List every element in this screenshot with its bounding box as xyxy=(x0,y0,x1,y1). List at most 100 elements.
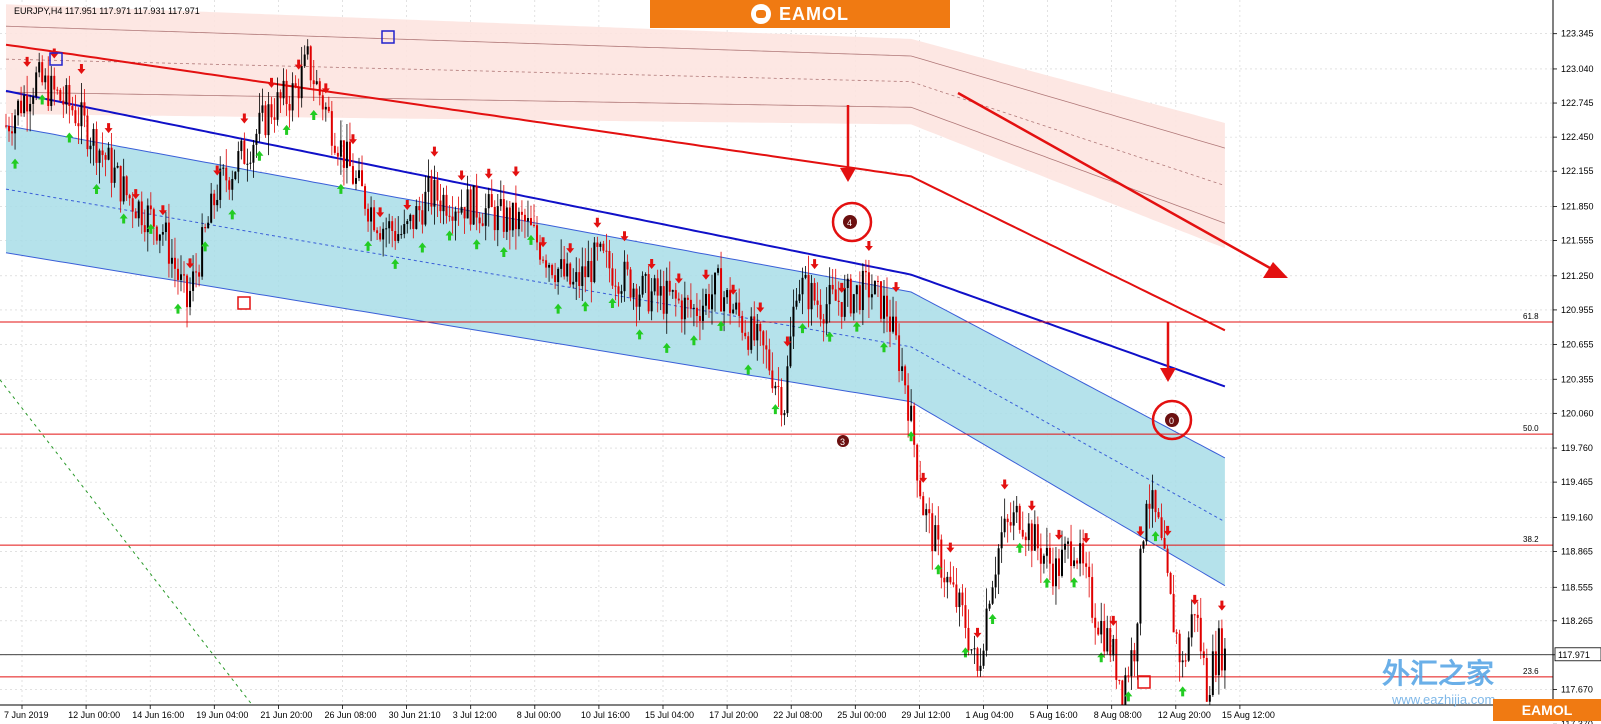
y-tick-label: 117.670 xyxy=(1561,685,1593,695)
candle-body xyxy=(291,83,294,111)
candle-body xyxy=(1033,524,1036,551)
candle-body xyxy=(246,163,249,165)
candle-body xyxy=(985,608,988,651)
candle-body xyxy=(1193,614,1196,616)
candle-body xyxy=(264,105,267,136)
candle-body xyxy=(1154,490,1157,513)
eamol-banner: EAMOL xyxy=(650,0,950,28)
candle-body xyxy=(29,103,32,112)
candle-body xyxy=(92,128,95,146)
candle-body xyxy=(80,102,83,127)
candle-body xyxy=(765,345,768,350)
candle-body xyxy=(282,80,285,99)
candle-body xyxy=(351,166,354,184)
price-chart[interactable]: 61.8 50.0 38.2 23.6 4 0 3 123.345 123.040 122.7… xyxy=(0,0,1601,724)
candle-body xyxy=(560,259,563,269)
candle-body xyxy=(529,218,532,225)
candle-body xyxy=(113,167,116,183)
candle-body xyxy=(674,290,677,299)
candle-body xyxy=(683,297,686,320)
candle-body xyxy=(354,178,357,184)
candle-body xyxy=(542,259,545,261)
candle-body xyxy=(813,282,816,301)
candle-body xyxy=(653,278,656,292)
candle-body xyxy=(789,336,792,367)
candle-body xyxy=(997,548,1000,575)
candle-body xyxy=(572,281,575,285)
candle-body xyxy=(1073,560,1076,567)
candle-body xyxy=(472,185,475,225)
candle-body xyxy=(1175,632,1178,634)
candle-body xyxy=(255,133,258,145)
candle-body xyxy=(342,140,345,168)
candle-body xyxy=(608,251,611,269)
candle-body xyxy=(599,243,602,247)
x-tick-label: 1 Aug 04:00 xyxy=(966,710,1014,720)
candle-body xyxy=(47,75,50,106)
candle-body xyxy=(1036,524,1039,549)
candle-body xyxy=(457,211,460,213)
candle-body xyxy=(1184,660,1187,662)
candle-body xyxy=(855,285,858,295)
candle-body xyxy=(418,206,421,211)
candle-body xyxy=(86,115,89,150)
candle-body xyxy=(958,592,961,608)
x-tick-label: 26 Jun 08:00 xyxy=(325,710,377,720)
candle-body xyxy=(617,286,620,294)
candle-body xyxy=(701,305,704,321)
candle-body xyxy=(557,268,560,283)
candle-body xyxy=(490,194,493,207)
annotation-label: 3 xyxy=(840,437,845,447)
candle-body xyxy=(768,349,771,371)
candle-body xyxy=(689,299,692,309)
candle-body xyxy=(376,230,379,234)
candle-body xyxy=(910,405,913,421)
candle-body xyxy=(409,214,412,222)
y-tick-label: 120.060 xyxy=(1561,408,1594,418)
candle-body xyxy=(1091,577,1094,618)
candle-body xyxy=(605,250,608,252)
candle-body xyxy=(1042,555,1045,564)
candle-body xyxy=(644,274,647,276)
candle-body xyxy=(1018,505,1021,530)
candle-body xyxy=(698,316,701,321)
candle-body xyxy=(840,302,843,317)
candle-body xyxy=(735,302,738,310)
candle-body xyxy=(810,282,813,310)
candle-body xyxy=(762,331,765,346)
candle-body xyxy=(261,105,264,113)
candle-body xyxy=(783,413,786,416)
candle-body xyxy=(955,584,958,608)
candle-body xyxy=(1169,572,1172,594)
banner-brand: EAMOL xyxy=(779,3,849,24)
candle-body xyxy=(831,284,834,290)
candle-body xyxy=(819,304,822,320)
candle-body xyxy=(74,110,77,124)
candle-body xyxy=(315,81,318,85)
x-tick-label: 15 Jul 04:00 xyxy=(645,710,694,720)
y-tick-label: 118.865 xyxy=(1561,546,1593,556)
candle-body xyxy=(1118,679,1121,681)
candle-body xyxy=(436,179,439,201)
candle-body xyxy=(620,291,623,294)
candle-body xyxy=(502,199,505,232)
candle-body xyxy=(729,290,732,314)
candle-body xyxy=(1205,657,1208,702)
y-tick-label: 118.555 xyxy=(1561,582,1593,592)
x-tick-label: 10 Jul 16:00 xyxy=(581,710,630,720)
candle-body xyxy=(1094,617,1097,628)
candle-body xyxy=(1130,650,1133,677)
candle-body xyxy=(943,577,946,583)
x-tick-label: 22 Jul 08:00 xyxy=(773,710,822,720)
candle-body xyxy=(1015,505,1018,513)
candle-body xyxy=(711,294,714,310)
candle-body xyxy=(228,180,231,190)
candle-body xyxy=(511,202,514,231)
candle-body xyxy=(1220,628,1223,671)
candle-body xyxy=(364,186,367,209)
fib-label: 38.2 xyxy=(1523,535,1539,544)
candle-body xyxy=(961,592,964,606)
candle-body xyxy=(433,179,436,207)
candle-body xyxy=(548,264,551,268)
candle-body xyxy=(1039,548,1042,564)
